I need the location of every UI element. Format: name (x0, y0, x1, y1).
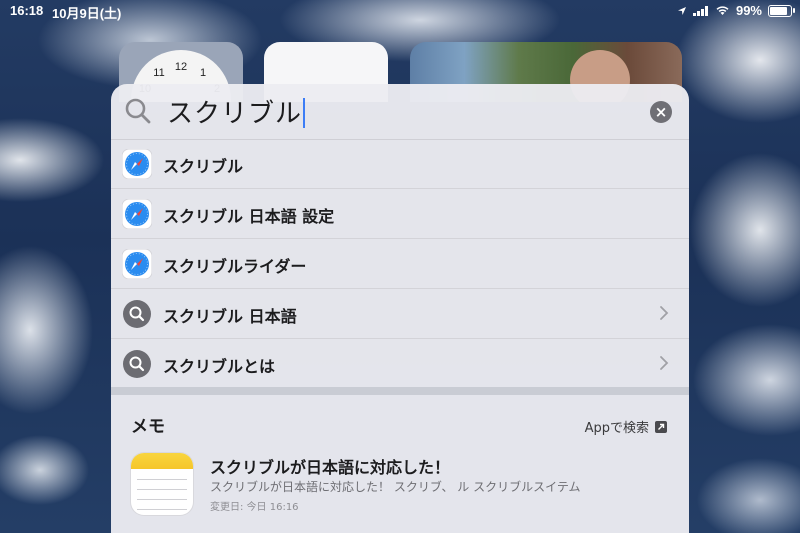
status-time: 16:18 (10, 3, 44, 18)
suggestions-list: スクリブルスクリブル 日本語 設定 スクリブルライダー スクリブル 日本語 スクリブル… (111, 139, 689, 388)
spotlight-panel: スクリブル × スクリブル スクリブル 日本語 設定 スクリブルライダー スクリブル … (111, 84, 689, 533)
suggestion-label: スクリブルとは (163, 357, 276, 376)
note-snippet: スクリブルが日本語に対応した！ スクリブ、 ル スクリブルスイテム (210, 480, 581, 494)
clear-search-button[interactable]: × (650, 101, 672, 123)
suggestion-row[interactable]: スクリブル (111, 139, 689, 189)
note-title: スクリブルが日本語に対応した！ (210, 458, 451, 477)
search-icon (123, 300, 151, 328)
wifi-icon (716, 6, 729, 15)
search-query-text: スクリブル (167, 99, 303, 129)
location-arrow-icon (677, 6, 686, 15)
suggestion-label: スクリブル (163, 157, 244, 176)
battery-icon (768, 4, 795, 17)
search-input[interactable]: スクリブル (167, 93, 306, 130)
search-in-app-button[interactable]: Appで検索 (585, 417, 667, 436)
text-caret (303, 98, 306, 128)
suggestion-row[interactable]: スクリブルライダー (111, 239, 689, 289)
external-arrow-icon (655, 420, 667, 433)
safari-icon (122, 199, 152, 229)
chevron-right-icon (660, 356, 669, 370)
safari-icon (122, 149, 152, 179)
search-icon (123, 350, 151, 378)
svg-text:1: 1 (200, 67, 206, 79)
notes-section-title: メモ (131, 417, 165, 437)
safari-icon (122, 249, 152, 279)
search-bar[interactable]: スクリブル × (111, 84, 689, 140)
search-icon (125, 98, 151, 124)
suggestion-row[interactable]: スクリブルとは (111, 339, 689, 388)
note-result[interactable]: スクリブルが日本語に対応した！ スクリブルが日本語に対応した！ スクリブ、 ル … (111, 447, 689, 522)
battery-fill (770, 6, 787, 15)
battery-percentage: 99% (735, 3, 762, 18)
chevron-right-icon (660, 306, 669, 320)
cellular-signal-icon (692, 5, 708, 16)
suggestion-label: スクリブルライダー (163, 257, 307, 276)
status-date: 10月9日(土) (52, 6, 122, 21)
note-date: 変更日: 今日 16:16 (210, 502, 299, 513)
suggestion-label: スクリブル 日本語 設定 (163, 207, 335, 226)
suggestion-row[interactable]: スクリブル 日本語 (111, 289, 689, 339)
notes-app-icon (131, 453, 193, 515)
status-bar: 16:18 10月9日(土) 99% (0, 0, 800, 22)
suggestion-label: スクリブル 日本語 (163, 307, 297, 326)
suggestion-row[interactable]: スクリブル 日本語 設定 (111, 189, 689, 239)
svg-text:11: 11 (153, 67, 164, 79)
svg-text:12: 12 (175, 61, 187, 73)
status-indicators: 99% (677, 3, 795, 18)
section-divider (111, 387, 689, 395)
search-in-app-label: Appで検索 (584, 421, 649, 436)
